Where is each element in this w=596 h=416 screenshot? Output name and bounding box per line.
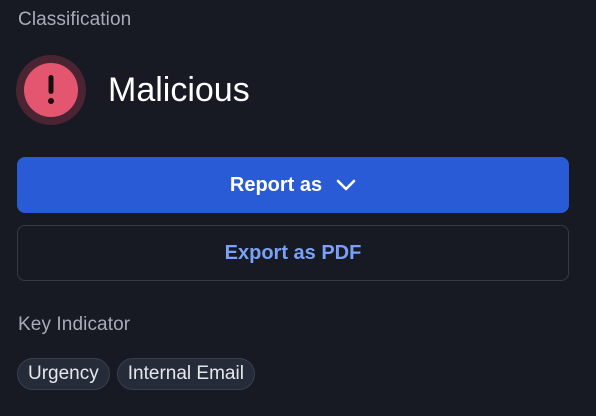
classification-heading: Classification xyxy=(18,9,132,30)
classification-value: Malicious xyxy=(108,71,250,109)
indicator-tag: Urgency xyxy=(17,358,110,390)
alert-circle-icon xyxy=(16,55,86,125)
export-pdf-button[interactable]: Export as PDF xyxy=(17,225,569,281)
classification-result: Malicious xyxy=(16,55,250,125)
indicator-tag: Internal Email xyxy=(116,358,255,390)
chevron-down-icon xyxy=(336,179,356,191)
export-pdf-label: Export as PDF xyxy=(224,241,362,264)
key-indicator-tags: Urgency Internal Email xyxy=(17,358,255,390)
report-as-button[interactable]: Report as xyxy=(17,157,569,213)
classification-panel: Classification Malicious Report as Expor… xyxy=(0,0,596,416)
key-indicator-heading: Key Indicator xyxy=(18,314,131,335)
report-as-label: Report as xyxy=(229,173,323,196)
